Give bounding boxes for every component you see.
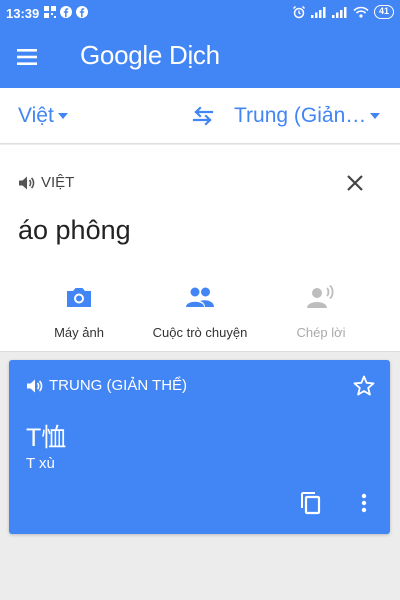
target-language-selector[interactable]: Trung (Giản… <box>234 104 381 128</box>
speaker-icon <box>27 379 43 392</box>
camera-label: Máy ảnh <box>54 325 104 340</box>
target-speak-button[interactable]: TRUNG (GIẢN THỂ) <box>26 377 187 394</box>
target-language-caption: TRUNG (GIẢN THỂ) <box>49 377 188 394</box>
input-panel: VIỆT áo phông Máy ảnh Cuộc trò chuyện Ch… <box>0 145 400 352</box>
signal-icon-2 <box>331 7 347 18</box>
romanization-text: T xù <box>26 455 55 472</box>
notification-icons <box>44 6 88 18</box>
alarm-icon <box>292 5 306 19</box>
status-bar: 13:39 41 <box>0 0 400 26</box>
translated-text: T恤 <box>26 424 67 452</box>
camera-icon <box>67 288 91 307</box>
source-language-selector[interactable]: Việt <box>18 104 68 128</box>
conversation-label: Cuộc trò chuyện <box>152 325 248 340</box>
wifi-icon <box>353 6 369 18</box>
copy-icon[interactable] <box>299 490 323 516</box>
transcribe-label: Chép lời <box>296 325 346 340</box>
source-speak-button[interactable]: VIỆT <box>18 174 74 191</box>
status-time: 13:39 <box>6 6 40 21</box>
app-title: Google Dịch <box>80 40 220 70</box>
source-language-label: Việt <box>18 104 54 127</box>
facebook-notification-icon-2 <box>76 6 88 18</box>
signal-icon <box>310 7 326 18</box>
transcribe-icon <box>307 284 334 308</box>
more-options-icon[interactable] <box>355 490 373 516</box>
battery-indicator: 41 <box>373 5 394 19</box>
chevron-down-icon <box>57 113 68 119</box>
conversation-icon <box>186 287 214 307</box>
qr-notification-icon <box>44 6 56 18</box>
source-text-input[interactable]: áo phông <box>18 215 131 246</box>
star-icon[interactable] <box>352 374 376 398</box>
translation-card: TRUNG (GIẢN THỂ) T恤 T xù <box>9 360 390 534</box>
speaker-icon <box>19 176 35 189</box>
app-bar: Google Dịch <box>0 26 400 88</box>
language-bar: Việt Trung (Giản… <box>0 88 400 144</box>
target-language-label: Trung (Giản… <box>234 104 367 127</box>
camera-button[interactable]: Máy ảnh <box>14 283 144 340</box>
menu-icon[interactable] <box>14 43 44 71</box>
system-icons: 41 <box>292 5 394 19</box>
chevron-down-icon <box>370 113 381 119</box>
swap-languages-icon[interactable] <box>190 104 216 128</box>
close-icon[interactable] <box>344 172 366 194</box>
facebook-notification-icon <box>60 6 72 18</box>
transcribe-button[interactable]: Chép lời <box>256 283 386 340</box>
conversation-button[interactable]: Cuộc trò chuyện <box>135 283 265 340</box>
source-language-caption: VIỆT <box>41 174 75 191</box>
